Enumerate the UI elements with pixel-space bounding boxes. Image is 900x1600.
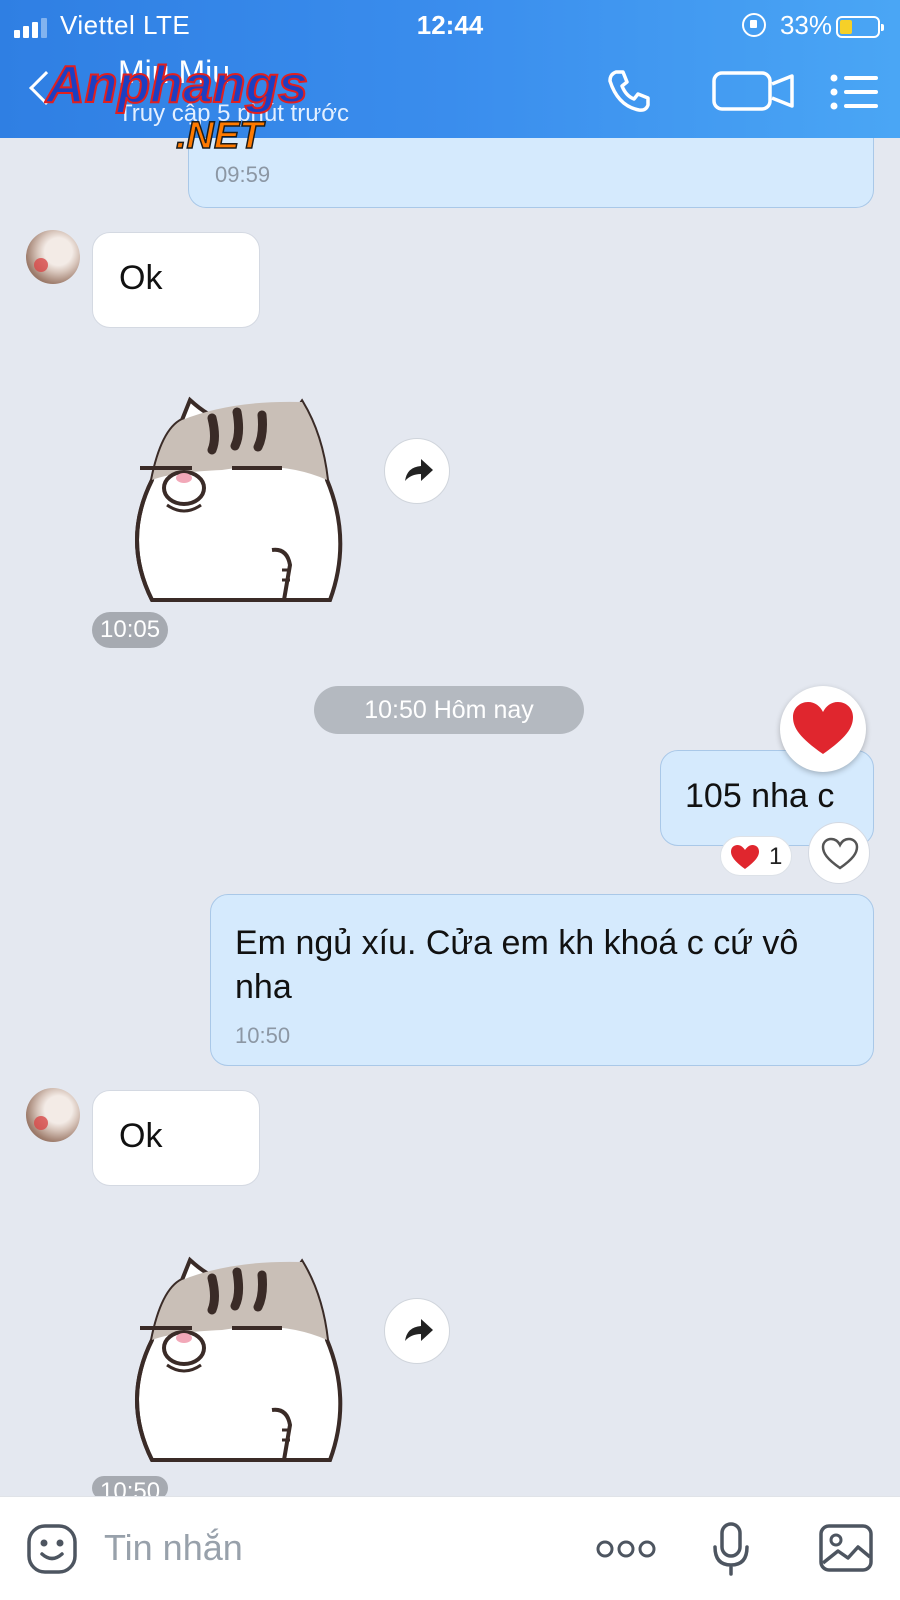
phone-icon[interactable]	[604, 66, 654, 116]
incoming-message[interactable]: Ok	[92, 232, 260, 328]
battery-icon	[836, 16, 884, 38]
battery-percent: 33%	[779, 10, 832, 40]
message-input-bar: Tin nhắn	[0, 1496, 900, 1600]
heart-icon	[731, 845, 759, 869]
more-icon[interactable]	[596, 1537, 656, 1561]
date-separator: 10:50 Hôm nay	[314, 686, 584, 734]
watermark-suffix: .NET	[176, 115, 265, 156]
sticker-time: 10:05	[92, 612, 169, 648]
menu-icon[interactable]	[830, 72, 878, 112]
image-icon[interactable]	[818, 1523, 874, 1573]
cat-sticker[interactable]	[112, 1250, 362, 1470]
react-button[interactable]	[808, 822, 870, 884]
mic-icon[interactable]	[710, 1521, 752, 1577]
contact-avatar[interactable]	[26, 1088, 80, 1142]
orientation-lock-icon	[742, 13, 766, 37]
message-time: 09:59	[215, 162, 271, 187]
message-time: 10:50	[235, 1023, 291, 1048]
share-icon	[405, 1319, 433, 1341]
reaction-summary[interactable]: 1	[720, 836, 792, 876]
share-button[interactable]	[384, 438, 450, 504]
message-text: Ok	[119, 1117, 163, 1155]
heart-outline-icon	[821, 837, 859, 870]
reaction-heart-icon[interactable]	[780, 686, 866, 772]
contact-avatar[interactable]	[26, 230, 80, 284]
video-icon[interactable]	[712, 70, 796, 112]
share-button[interactable]	[384, 1298, 450, 1364]
emoji-icon[interactable]	[26, 1523, 78, 1575]
status-bar: Viettel LTE 12:44 33%	[0, 6, 900, 42]
message-input[interactable]: Tin nhắn	[104, 1527, 243, 1569]
watermark-brand: Anphangs	[44, 56, 308, 114]
share-icon	[405, 459, 433, 481]
incoming-message[interactable]: Ok	[92, 1090, 260, 1186]
message-text: Ok	[119, 259, 163, 297]
cat-sticker[interactable]	[112, 390, 362, 610]
message-text: Em ngủ xíu. Cửa em kh khoá c cứ vô nha	[235, 924, 799, 1006]
message-text: 105 nha c	[685, 777, 835, 815]
outgoing-message[interactable]: Em ngủ xíu. Cửa em kh khoá c cứ vô nha 1…	[210, 894, 874, 1066]
reaction-count: 1	[769, 843, 783, 870]
watermark-logo: Anphangs .NET	[44, 56, 309, 156]
